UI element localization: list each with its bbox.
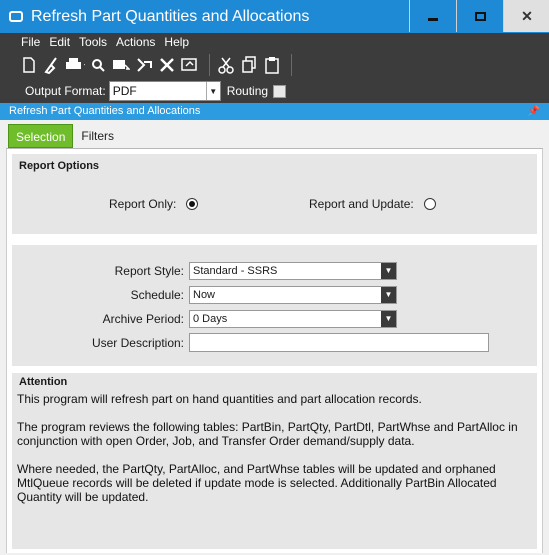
print-icon[interactable]	[65, 55, 85, 75]
attention-paragraph: The program reviews the following tables…	[17, 420, 518, 448]
menu-help[interactable]: Help	[164, 35, 189, 49]
user-description-label: User Description:	[91, 336, 184, 350]
new-icon[interactable]	[19, 55, 39, 75]
schedule-value: Now	[193, 289, 216, 301]
panel-header: Refresh Part Quantities and Allocations …	[0, 103, 549, 120]
toolbar-separator	[291, 54, 292, 76]
window-title: Refresh Part Quantities and Allocations	[31, 7, 310, 25]
maximize-button[interactable]	[456, 0, 503, 32]
menu-tools[interactable]: Tools	[79, 35, 107, 49]
routing-checkbox[interactable]	[273, 84, 287, 98]
chevron-down-icon[interactable]: ▼	[205, 82, 220, 100]
archive-period-label: Archive Period:	[102, 312, 184, 326]
cut-icon[interactable]	[216, 55, 236, 75]
attention-paragraph: Where needed, the PartQty, PartAlloc, an…	[17, 462, 497, 504]
attention-paragraph: This program will refresh part on hand q…	[17, 392, 422, 406]
minimize-icon	[428, 17, 438, 21]
attention-title: Attention	[19, 376, 68, 388]
report-options-title: Report Options	[19, 160, 100, 172]
menu-actions[interactable]: Actions	[116, 35, 155, 49]
archive-period-value: 0 Days	[193, 313, 228, 325]
report-style-label: Report Style:	[114, 264, 184, 278]
chevron-down-icon[interactable]: ▼	[381, 263, 396, 279]
close-icon: ✕	[521, 7, 533, 24]
pin-icon[interactable]: 📌	[528, 103, 540, 120]
copy-icon[interactable]	[239, 55, 259, 75]
toolbar-separator	[209, 54, 210, 76]
app-icon	[9, 11, 23, 22]
report-update-label: Report and Update:	[309, 197, 414, 211]
user-description-input[interactable]	[189, 333, 489, 352]
report-only-label: Report Only:	[109, 197, 177, 211]
menu-bar: File Edit Tools Actions Help	[0, 33, 549, 51]
report-options-group: Report Options Report Only: Report and U…	[12, 154, 537, 234]
tab-filters[interactable]: Filters	[73, 124, 121, 148]
attention-group: Attention This program will refresh part…	[12, 373, 537, 549]
format-bar: Output Format: PDF ▼ Routing	[0, 79, 549, 103]
report-style-value: Standard - SSRS	[193, 265, 278, 277]
menu-edit[interactable]: Edit	[49, 35, 70, 49]
chevron-down-icon[interactable]: ▼	[381, 287, 396, 303]
chevron-down-icon[interactable]: ▼	[381, 311, 396, 327]
maximize-icon	[474, 11, 486, 21]
report-icon[interactable]	[180, 55, 200, 75]
close-button[interactable]: ✕	[503, 0, 549, 32]
tab-selection[interactable]: Selection	[8, 124, 74, 148]
menu-file[interactable]: File	[21, 35, 40, 49]
archive-period-select[interactable]: 0 Days ▼	[189, 310, 397, 328]
send-icon[interactable]	[111, 55, 131, 75]
schedule-select[interactable]: Now ▼	[189, 286, 397, 304]
paste-icon[interactable]	[262, 55, 282, 75]
minimize-button[interactable]	[409, 0, 456, 32]
report-settings-group: Report Style: Standard - SSRS ▼ Schedule…	[12, 245, 537, 366]
clear-icon[interactable]	[42, 55, 62, 75]
schedule-label: Schedule:	[130, 288, 184, 302]
output-format-select[interactable]: PDF ▼	[108, 81, 221, 101]
panel-title: Refresh Part Quantities and Allocations	[9, 105, 201, 117]
routing-label: Routing	[226, 84, 269, 98]
output-format-label: Output Format:	[25, 84, 106, 98]
report-only-radio[interactable]	[186, 198, 198, 210]
report-style-select[interactable]: Standard - SSRS ▼	[189, 262, 397, 280]
print-preview-icon[interactable]	[88, 55, 108, 75]
toolbar	[0, 51, 549, 79]
output-format-value: PDF	[112, 84, 137, 98]
submit-icon[interactable]	[134, 55, 154, 75]
tab-strip: Selection Filters	[8, 124, 121, 148]
tools-icon[interactable]	[157, 55, 177, 75]
report-update-radio[interactable]	[424, 198, 436, 210]
selection-panel: Report Options Report Only: Report and U…	[6, 149, 543, 553]
